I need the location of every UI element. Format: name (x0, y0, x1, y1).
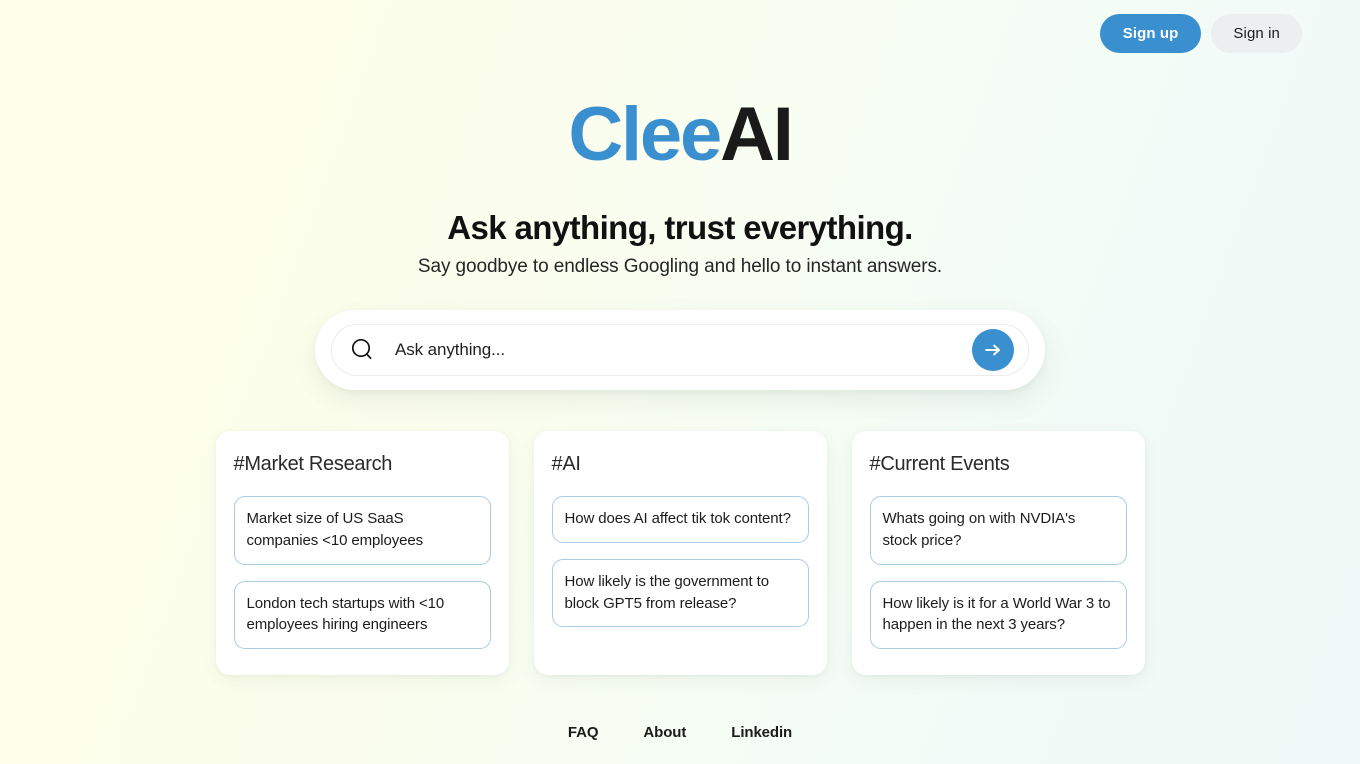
suggestion-chip[interactable]: How does AI affect tik tok content? (551, 496, 809, 543)
footer-link-linkedin[interactable]: Linkedin (731, 724, 792, 741)
card-ai: #AI How does AI affect tik tok content? … (533, 431, 827, 676)
suggestion-chip[interactable]: London tech startups with <10 employees … (233, 580, 491, 650)
suggestion-chip[interactable]: Market size of US SaaS companies <10 emp… (233, 496, 491, 565)
suggestion-chip[interactable]: How likely is the government to block GP… (551, 558, 809, 628)
search-icon (350, 337, 376, 363)
card-title: #AI (551, 453, 581, 476)
search-input[interactable] (376, 340, 972, 361)
card-current-events: #Current Events Whats going on with NVDI… (851, 431, 1145, 676)
brand-logo-ai: AI (720, 92, 794, 177)
suggestion-cards: #Market Research Market size of US SaaS … (215, 431, 1145, 676)
search-submit-button[interactable] (972, 329, 1014, 372)
search-box[interactable] (331, 324, 1029, 377)
footer: FAQ About Linkedin (568, 724, 792, 741)
page-container: CleeAI Ask anything, trust everything. S… (0, 0, 1360, 764)
suggestion-chip[interactable]: How likely is it for a World War 3 to ha… (869, 580, 1127, 650)
card-title: #Market Research (233, 453, 393, 476)
suggestion-chip[interactable]: Whats going on with NVDIA's stock price? (869, 496, 1127, 565)
page-subtitle: Say goodbye to endless Googling and hell… (417, 256, 943, 278)
brand-logo: CleeAI (568, 97, 794, 173)
card-title: #Current Events (869, 453, 1010, 476)
brand-logo-clee: Clee (568, 92, 722, 177)
arrow-right-icon (983, 340, 1003, 360)
card-market-research: #Market Research Market size of US SaaS … (215, 431, 509, 676)
footer-link-faq[interactable]: FAQ (568, 724, 599, 741)
footer-link-about[interactable]: About (643, 724, 686, 741)
search-container (315, 310, 1045, 391)
page-title: Ask anything, trust everything. (447, 209, 913, 246)
